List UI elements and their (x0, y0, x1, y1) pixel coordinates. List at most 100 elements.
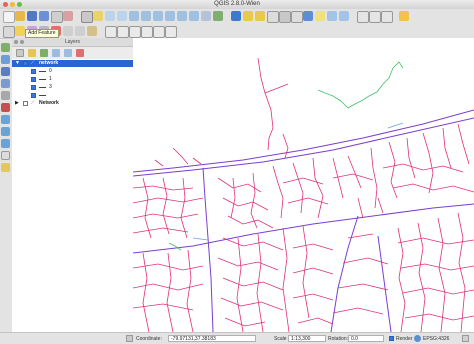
category-checkbox[interactable] (31, 93, 36, 98)
category-item[interactable]: 1 (12, 76, 133, 83)
category-swatch (39, 71, 46, 72)
open-attribute-table-icon[interactable] (267, 11, 279, 23)
layer-item-network-2[interactable]: ▶ ⟋ Network (12, 100, 133, 107)
toolbar-edit (0, 24, 474, 39)
category-swatch (39, 87, 46, 88)
pan-map-icon[interactable] (81, 11, 93, 23)
render-label: Render (396, 336, 413, 342)
layer-visibility-checkbox[interactable] (23, 61, 28, 66)
add-group-icon[interactable] (28, 49, 36, 57)
zoom-in-icon[interactable] (105, 11, 115, 21)
category-item[interactable]: 0 (12, 68, 133, 75)
show-hide-labels-icon[interactable] (129, 26, 141, 38)
rotate-label-icon[interactable] (153, 26, 165, 38)
change-label-icon[interactable] (165, 26, 177, 38)
coordinate-toggle-icon[interactable] (126, 335, 133, 342)
window-title: QGIS 2.8.0-Wien (214, 1, 260, 7)
layer-name: network (39, 60, 59, 66)
zoom-out-icon[interactable] (117, 11, 127, 21)
zoom-to-selection-icon[interactable] (153, 11, 163, 21)
zoom-actual-size-icon[interactable] (129, 11, 139, 21)
expand-arrow-icon[interactable]: ▶ (15, 100, 19, 107)
layer-style-icon[interactable] (16, 49, 24, 57)
paste-features-icon[interactable] (87, 26, 97, 36)
coordinate-field[interactable]: -79.97131,37.38183 (168, 335, 256, 342)
pan-to-selection-icon[interactable] (93, 11, 103, 21)
scale-field[interactable]: 1:13,300 (288, 335, 326, 342)
save-as-icon[interactable] (39, 11, 49, 21)
zoom-to-layer-icon[interactable] (165, 11, 175, 21)
category-checkbox[interactable] (31, 85, 36, 90)
show-bookmarks-icon[interactable] (339, 11, 349, 21)
cut-features-icon[interactable] (63, 26, 73, 36)
deselect-icon[interactable] (255, 11, 265, 21)
add-wms-layer-icon[interactable] (1, 115, 10, 124)
select-features-icon[interactable] (243, 11, 253, 21)
move-label-icon[interactable] (141, 26, 153, 38)
rotation-field[interactable]: 0.0 (348, 335, 384, 342)
line-layer-icon: ⟋ (31, 60, 35, 66)
field-calculator-icon[interactable] (279, 11, 291, 23)
crs-icon[interactable] (414, 335, 421, 342)
expand-arrow-icon[interactable]: ▼ (15, 60, 20, 67)
messages-icon[interactable] (462, 335, 469, 342)
toggle-editing-icon[interactable] (15, 26, 25, 36)
layers-panel-header: Layers (12, 38, 133, 47)
layer-item-network[interactable]: ▼ ⟋ network (12, 60, 133, 67)
new-map-view-icon[interactable] (201, 11, 211, 21)
add-vector-layer-icon[interactable] (1, 43, 10, 52)
layer-name: Network (39, 100, 59, 106)
current-edits-icon[interactable] (3, 26, 15, 38)
statusbar: Coordinate: -79.97131,37.38183 Scale 1:1… (0, 332, 474, 344)
layers-panel: Layers ▼ ⟋ network 0 1 3 ▶ ⟋ Network (12, 38, 134, 332)
expand-all-icon[interactable] (52, 49, 60, 57)
zoom-next-icon[interactable] (189, 11, 199, 21)
move-annotation-icon[interactable] (381, 11, 393, 23)
category-checkbox[interactable] (31, 77, 36, 82)
new-project-icon[interactable] (3, 11, 15, 23)
open-project-icon[interactable] (15, 11, 25, 21)
add-mssql-layer-icon[interactable] (1, 91, 10, 100)
remove-layer-icon[interactable] (76, 49, 84, 57)
line-layer-icon: ⟋ (31, 100, 35, 106)
add-spatialite-layer-icon[interactable] (1, 79, 10, 88)
pin-labels-icon[interactable] (117, 26, 129, 38)
filter-legend-icon[interactable] (40, 49, 48, 57)
category-item[interactable]: 3 (12, 84, 133, 91)
category-item[interactable] (12, 92, 133, 99)
form-annotation-icon[interactable] (369, 11, 381, 23)
category-swatch (39, 95, 46, 96)
identify-icon[interactable] (231, 11, 241, 21)
render-checkbox[interactable] (389, 336, 394, 341)
copy-features-icon[interactable] (75, 26, 85, 36)
crs-label[interactable]: EPSG:4326 (423, 336, 449, 342)
statistical-summary-icon[interactable] (303, 11, 313, 21)
layer-visibility-checkbox[interactable] (23, 101, 28, 106)
save-project-icon[interactable] (27, 11, 37, 21)
refresh-icon[interactable] (213, 11, 223, 21)
add-raster-layer-icon[interactable] (1, 55, 10, 64)
add-wcs-layer-icon[interactable] (1, 127, 10, 136)
road-network (133, 57, 474, 332)
layer-tree: ▼ ⟋ network 0 1 3 ▶ ⟋ Network (12, 59, 133, 332)
measure-line-icon[interactable] (291, 11, 303, 23)
zoom-full-icon[interactable] (141, 11, 151, 21)
category-checkbox[interactable] (31, 69, 36, 74)
new-shapefile-layer-icon[interactable] (1, 163, 10, 172)
layers-panel-title: Layers (64, 39, 80, 45)
add-postgis-layer-icon[interactable] (1, 67, 10, 76)
rotation-label: Rotation: (328, 336, 349, 342)
add-oracle-layer-icon[interactable] (1, 103, 10, 112)
new-bookmark-icon[interactable] (327, 11, 337, 21)
zoom-last-icon[interactable] (177, 11, 187, 21)
label-tool-icon[interactable] (105, 26, 117, 38)
map-canvas[interactable] (133, 38, 474, 332)
add-delimited-text-layer-icon[interactable] (1, 151, 10, 160)
text-annotation-icon[interactable] (357, 11, 369, 23)
collapse-all-icon[interactable] (64, 49, 72, 57)
help-icon[interactable] (399, 11, 409, 21)
print-composer-icon[interactable] (51, 11, 63, 23)
composer-manager-icon[interactable] (63, 11, 73, 21)
add-wfs-layer-icon[interactable] (1, 139, 10, 148)
map-tips-icon[interactable] (315, 11, 325, 21)
